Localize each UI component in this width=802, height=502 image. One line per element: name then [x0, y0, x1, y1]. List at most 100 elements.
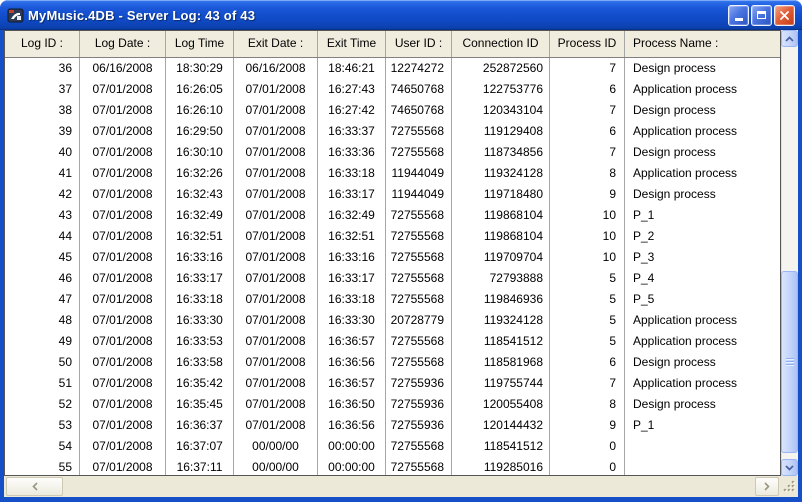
cell-process_id: 7 [550, 142, 625, 163]
table-row[interactable]: 4007/01/200816:30:1007/01/200816:33:3672… [5, 142, 780, 163]
table-row[interactable]: 3707/01/200816:26:0507/01/200816:27:4374… [5, 79, 780, 100]
cell-exit_date: 07/01/2008 [234, 142, 318, 163]
cell-connection_id: 119846936 [452, 289, 550, 310]
cell-connection_id: 119868104 [452, 205, 550, 226]
server-log-table: Log ID :Log Date :Log TimeExit Date :Exi… [4, 30, 781, 476]
chevron-up-icon [785, 36, 794, 42]
close-button[interactable] [774, 5, 795, 26]
table-row[interactable]: 4407/01/200816:32:5107/01/200816:32:5172… [5, 226, 780, 247]
cell-user_id: 72755936 [386, 394, 452, 415]
resize-grip[interactable] [781, 478, 797, 495]
title-bar[interactable]: MyMusic.4DB - Server Log: 43 of 43 [0, 0, 802, 30]
cell-process_name: Application process [625, 121, 780, 142]
cell-exit_time: 16:33:16 [318, 247, 386, 268]
cell-log_id: 55 [5, 457, 80, 476]
scroll-up-button[interactable] [781, 30, 798, 47]
cell-connection_id: 118541512 [452, 331, 550, 352]
cell-process_id: 8 [550, 394, 625, 415]
table-row[interactable]: 4507/01/200816:33:1607/01/200816:33:1672… [5, 247, 780, 268]
vertical-scrollbar[interactable] [781, 30, 798, 476]
table-row[interactable]: 4607/01/200816:33:1707/01/200816:33:1772… [5, 268, 780, 289]
table-row[interactable]: 5307/01/200816:36:3707/01/200816:36:5672… [5, 415, 780, 436]
cell-user_id: 72755568 [386, 226, 452, 247]
scrollbar-thumb[interactable] [781, 271, 798, 453]
table-row[interactable]: 4107/01/200816:32:2607/01/200816:33:1811… [5, 163, 780, 184]
cell-process_id: 10 [550, 205, 625, 226]
column-header-connection_id[interactable]: Connection ID [452, 31, 550, 57]
table-row[interactable]: 3907/01/200816:29:5007/01/200816:33:3772… [5, 121, 780, 142]
table-row[interactable]: 4807/01/200816:33:3007/01/200816:33:3020… [5, 310, 780, 331]
cell-log_id: 39 [5, 121, 80, 142]
cell-process_id: 0 [550, 436, 625, 457]
cell-process_name [625, 457, 780, 476]
cell-exit_date: 07/01/2008 [234, 100, 318, 121]
cell-log_time: 16:33:16 [166, 247, 234, 268]
table-row[interactable]: 5207/01/200816:35:4507/01/200816:36:5072… [5, 394, 780, 415]
table-row[interactable]: 5407/01/200816:37:0700/00/0000:00:007275… [5, 436, 780, 457]
app-window: MyMusic.4DB - Server Log: 43 of 43 Log I… [0, 0, 802, 502]
cell-exit_time: 16:32:49 [318, 205, 386, 226]
column-header-log_date[interactable]: Log Date : [80, 31, 166, 57]
table-row[interactable]: 4707/01/200816:33:1807/01/200816:33:1872… [5, 289, 780, 310]
table-row[interactable]: 4207/01/200816:32:4307/01/200816:33:1711… [5, 184, 780, 205]
cell-exit_date: 07/01/2008 [234, 289, 318, 310]
cell-process_id: 8 [550, 163, 625, 184]
cell-exit_date: 07/01/2008 [234, 184, 318, 205]
column-header-exit_date[interactable]: Exit Date : [234, 31, 318, 57]
minimize-button[interactable] [728, 5, 749, 26]
scroll-down-button[interactable] [781, 459, 798, 476]
scrollbar-grip-icon [786, 358, 794, 367]
column-header-exit_time[interactable]: Exit Time [318, 31, 386, 57]
cell-connection_id: 119755744 [452, 373, 550, 394]
scroll-right-button[interactable] [755, 477, 779, 496]
column-header-process_name[interactable]: Process Name : [625, 31, 780, 57]
cell-exit_time: 16:36:57 [318, 373, 386, 394]
cell-log_time: 16:35:42 [166, 373, 234, 394]
cell-connection_id: 119285016 [452, 457, 550, 476]
cell-exit_time: 16:33:18 [318, 289, 386, 310]
table-row[interactable]: 4907/01/200816:33:5307/01/200816:36:5772… [5, 331, 780, 352]
cell-exit_time: 00:00:00 [318, 457, 386, 476]
column-header-process_id[interactable]: Process ID [550, 31, 625, 57]
table-row[interactable]: 3807/01/200816:26:1007/01/200816:27:4274… [5, 100, 780, 121]
table-row[interactable]: 5507/01/200816:37:1100/00/0000:00:007275… [5, 457, 780, 476]
table-row[interactable]: 4307/01/200816:32:4907/01/200816:32:4972… [5, 205, 780, 226]
column-header-log_id[interactable]: Log ID : [5, 31, 80, 57]
cell-user_id: 72755568 [386, 289, 452, 310]
cell-connection_id: 118734856 [452, 142, 550, 163]
cell-process_name: Application process [625, 373, 780, 394]
window-content: Log ID :Log Date :Log TimeExit Date :Exi… [4, 30, 798, 497]
table-row[interactable]: 5107/01/200816:35:4207/01/200816:36:5772… [5, 373, 780, 394]
cell-exit_time: 16:33:17 [318, 268, 386, 289]
table-row[interactable]: 5007/01/200816:33:5807/01/200816:36:5672… [5, 352, 780, 373]
minimize-icon [735, 18, 743, 21]
cell-log_date: 07/01/2008 [80, 352, 166, 373]
window-title: MyMusic.4DB - Server Log: 43 of 43 [28, 8, 728, 23]
chevron-left-icon [32, 482, 38, 491]
cell-exit_time: 16:36:56 [318, 415, 386, 436]
cell-connection_id: 119324128 [452, 163, 550, 184]
cell-process_name: Design process [625, 184, 780, 205]
cell-process_id: 7 [550, 100, 625, 121]
cell-log_date: 06/16/2008 [80, 58, 166, 79]
cell-log_date: 07/01/2008 [80, 121, 166, 142]
cell-user_id: 74650768 [386, 100, 452, 121]
cell-log_date: 07/01/2008 [80, 79, 166, 100]
maximize-button[interactable] [751, 5, 772, 26]
cell-process_id: 6 [550, 121, 625, 142]
table-row[interactable]: 3606/16/200818:30:2906/16/200818:46:2112… [5, 58, 780, 79]
cell-log_time: 16:26:05 [166, 79, 234, 100]
cell-process_name: Design process [625, 142, 780, 163]
cell-log_time: 18:30:29 [166, 58, 234, 79]
cell-exit_time: 16:27:43 [318, 79, 386, 100]
cell-log_date: 07/01/2008 [80, 310, 166, 331]
cell-connection_id: 122753776 [452, 79, 550, 100]
cell-log_date: 07/01/2008 [80, 415, 166, 436]
cell-log_id: 43 [5, 205, 80, 226]
cell-connection_id: 72793888 [452, 268, 550, 289]
column-header-user_id[interactable]: User ID : [386, 31, 452, 57]
horizontal-scrollbar[interactable] [4, 476, 798, 497]
column-header-log_time[interactable]: Log Time [166, 31, 234, 57]
cell-user_id: 72755568 [386, 457, 452, 476]
scroll-left-button[interactable] [6, 477, 63, 496]
